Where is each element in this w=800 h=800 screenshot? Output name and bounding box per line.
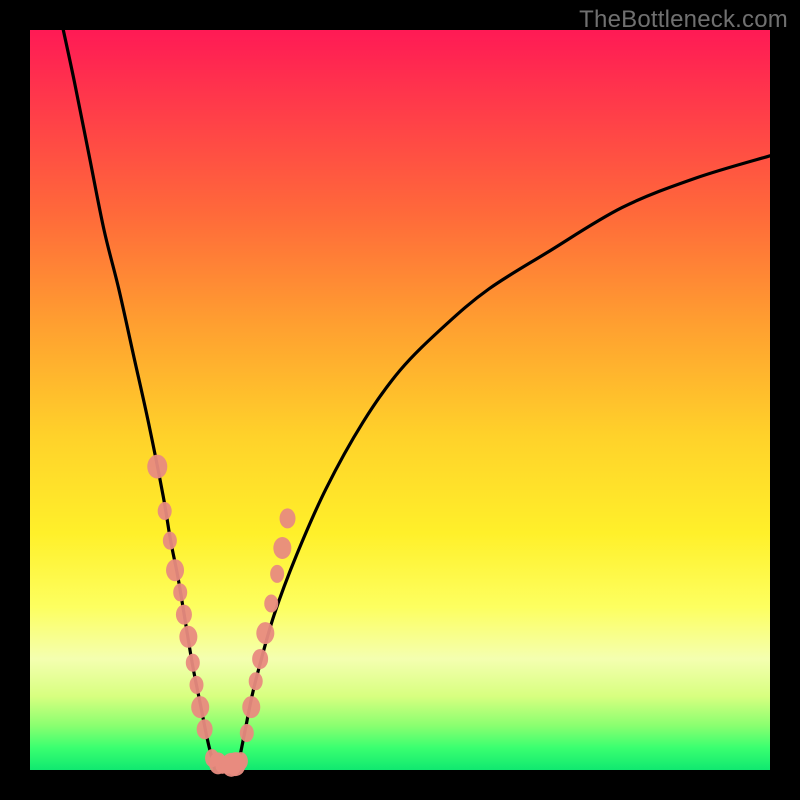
data-marker [173, 583, 187, 601]
data-marker [186, 654, 200, 672]
chart-frame: TheBottleneck.com [0, 0, 800, 800]
data-marker [191, 696, 209, 718]
data-marker [158, 502, 172, 520]
data-marker [179, 626, 197, 648]
markers-right-group [226, 508, 296, 776]
plot-area [30, 30, 770, 770]
data-marker [240, 724, 254, 742]
data-marker [147, 455, 167, 479]
data-marker [166, 559, 184, 581]
data-marker [197, 719, 213, 739]
data-marker [252, 649, 268, 669]
data-marker [280, 508, 296, 528]
data-marker [176, 605, 192, 625]
data-marker [242, 696, 260, 718]
data-marker [273, 537, 291, 559]
data-marker [234, 752, 248, 770]
data-marker [249, 672, 263, 690]
data-marker [270, 565, 284, 583]
curve-layer [30, 30, 770, 770]
data-marker [190, 676, 204, 694]
data-marker [256, 622, 274, 644]
data-marker [163, 532, 177, 550]
data-marker [264, 595, 278, 613]
curve-right-branch [237, 156, 770, 770]
markers-left-group [147, 455, 241, 777]
